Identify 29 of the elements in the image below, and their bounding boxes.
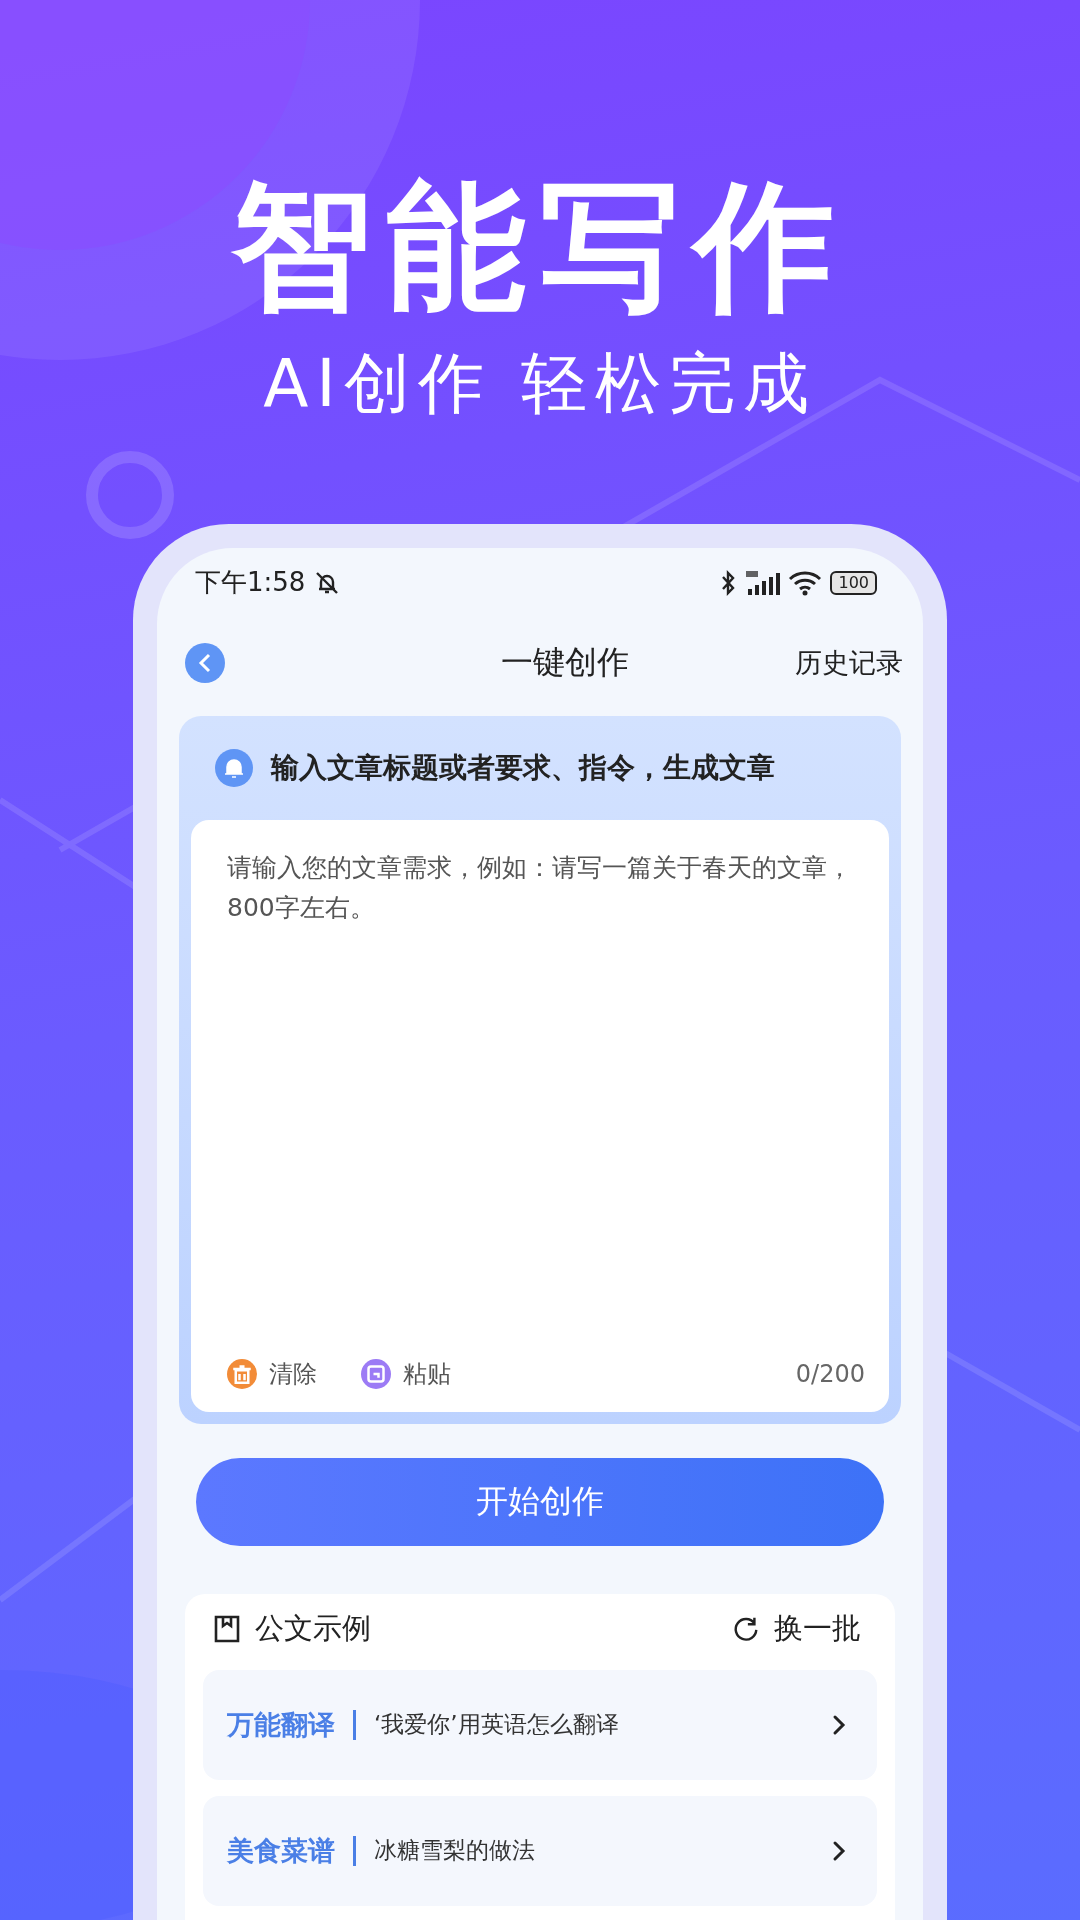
- example-category: 美食菜谱: [227, 1833, 335, 1868]
- battery-indicator: 100: [830, 570, 877, 595]
- prompt-input-field[interactable]: 请输入您的文章需求，例如：请写一篇关于春天的文章，800字左右。: [227, 847, 865, 1358]
- example-item[interactable]: 万能翻译 ‘我爱你’用英语怎么翻译: [203, 1669, 877, 1780]
- example-category: 万能翻译: [227, 1707, 335, 1742]
- back-button[interactable]: [185, 642, 225, 683]
- bookmark-icon: [213, 1613, 241, 1644]
- signal-icon: [744, 568, 781, 597]
- example-item[interactable]: 美食菜谱 冰糖雪梨的做法: [203, 1795, 877, 1906]
- example-text: 冰糖雪梨的做法: [374, 1836, 536, 1866]
- paste-button[interactable]: 粘贴: [361, 1357, 451, 1390]
- start-button[interactable]: 开始创作: [196, 1457, 884, 1546]
- example-text: ‘我爱你’用英语怎么翻译: [374, 1710, 620, 1740]
- refresh-button[interactable]: 换一批: [732, 1608, 861, 1649]
- clear-button[interactable]: 清除: [227, 1357, 317, 1390]
- history-button[interactable]: 历史记录: [795, 644, 903, 681]
- clipboard-icon: [361, 1358, 391, 1389]
- page-title: 一键创作: [500, 641, 630, 683]
- examples-title: 公文示例: [255, 1609, 372, 1647]
- back-icon: [198, 651, 212, 674]
- bluetooth-icon: [720, 568, 737, 597]
- status-time: 下午1:58: [195, 566, 306, 600]
- trash-icon: [227, 1358, 257, 1389]
- hero-subtitle: AI创作 轻松完成: [263, 348, 817, 421]
- char-counter: 0/200: [795, 1359, 865, 1388]
- hero-title: 智能写作: [232, 170, 848, 324]
- bell-icon: [215, 748, 253, 787]
- prompt-hint: 输入文章标题或者要求、指令，生成文章: [271, 749, 775, 786]
- prompt-input-box[interactable]: 请输入您的文章需求，例如：请写一篇关于春天的文章，800字左右。 清除 粘贴 0/200: [191, 819, 889, 1412]
